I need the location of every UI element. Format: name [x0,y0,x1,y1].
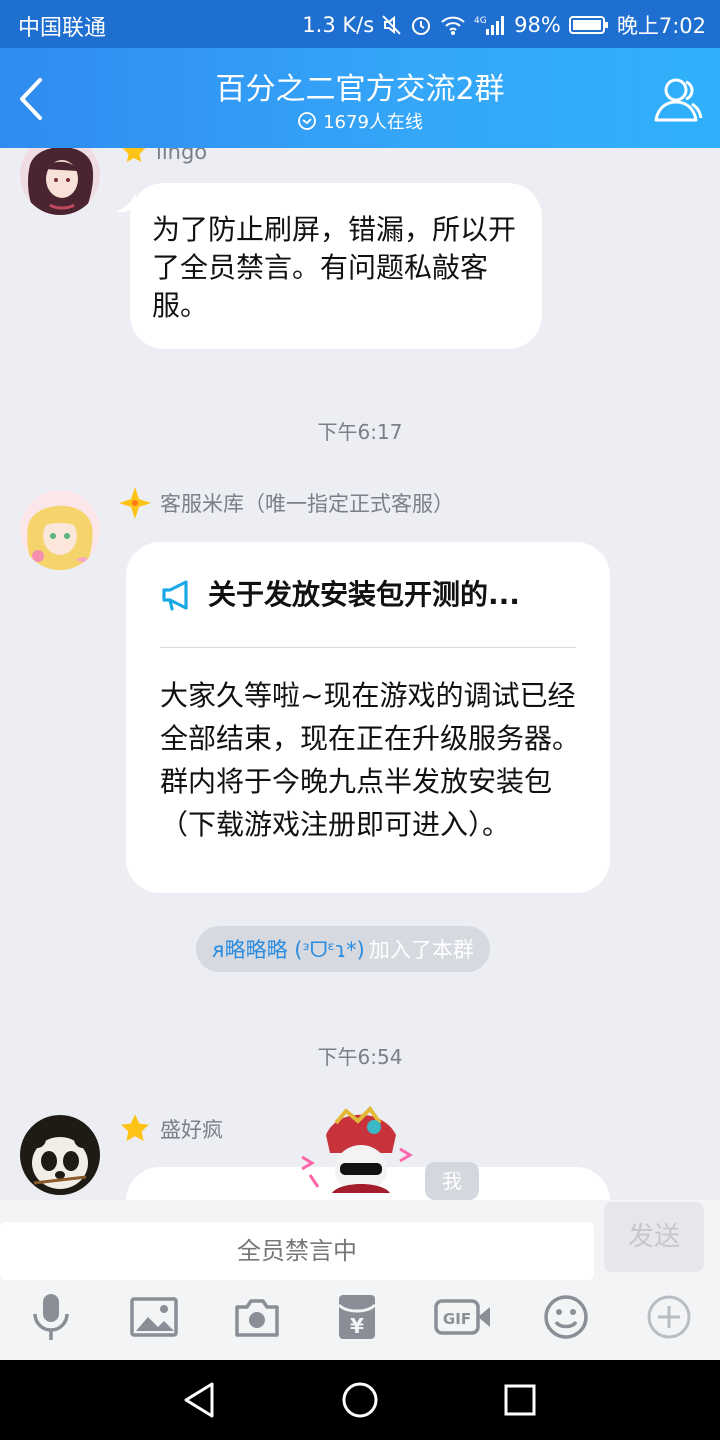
input-bar: 全员禁言中 发送 ¥ GIF [0,1200,720,1360]
announcement-title: 关于发放安装包开测的... [208,578,520,611]
announcement-card[interactable]: 关于发放安装包开测的... 大家久等啦~现在游戏的调试已经全部结束，现在正在升级… [126,542,610,893]
image-icon[interactable] [127,1290,181,1344]
avatar-kefu-miku[interactable] [20,490,100,570]
carrier-label: 中国联通 [18,16,107,41]
status-right: 1.3 K/s 4G 98% 晚上7:02 [302,10,706,40]
status-bar: 中国联通 1.3 K/s 4G 98% 晚上7:02 [0,0,720,48]
avatar-lingo[interactable] [20,148,100,215]
timestamp: 下午6:17 [317,420,403,444]
svg-text:4G: 4G [474,16,487,26]
message-text: 为了防止刷屏，错漏，所以开了全员禁言。有问题私敲客服。 [152,213,517,322]
star-icon [122,148,146,162]
megaphone-icon [162,580,188,611]
announcement-body: 大家久等啦~现在游戏的调试已经全部结束，现在正在升级服务器。群内将于今晚九点半发… [160,679,581,841]
system-nav-bar [0,1360,720,1440]
sender-name: 客服米库（唯一指定正式客服） [160,492,454,516]
nav-recents-icon[interactable] [500,1380,540,1420]
star-icon [121,1114,149,1142]
avatar-shenghaofeng[interactable] [20,1115,100,1195]
online-count: 1679人在线 [0,108,720,134]
battery-icon [568,13,609,37]
plus-icon[interactable] [642,1290,696,1344]
online-check-icon [298,112,316,130]
join-notice: ᴙ略略略 (ᵌᗜᵋɿ*) 加入了本群 [196,926,490,972]
clock: 晚上7:02 [616,14,706,38]
people-icon [654,78,703,122]
chat-header: 百分之二官方交流2群 1679人在线 [0,48,720,148]
network-speed: 1.3 K/s [302,13,375,37]
input-toolbar: ¥ GIF [0,1290,720,1352]
sender-name: lingo [156,148,208,164]
camera-icon[interactable] [230,1290,284,1344]
sender-line: 盛好疯 [118,1112,223,1146]
nav-home-icon[interactable] [340,1380,380,1420]
svg-text:¥: ¥ [350,1314,364,1338]
message-input[interactable]: 全员禁言中 [0,1222,594,1280]
svg-text:GIF: GIF [443,1310,471,1328]
divider [160,647,576,648]
announcement-header: 关于发放安装包开测的... [160,576,520,614]
group-title[interactable]: 百分之二官方交流2群 [0,64,720,108]
sender-line: lingo [120,148,207,166]
sender-line: 客服米库（唯一指定正式客服） [118,486,454,520]
red-packet-icon[interactable]: ¥ [330,1290,384,1344]
sender-name: 盛好疯 [160,1118,223,1142]
admin-badge-icon [119,487,151,519]
chat-area[interactable]: lingo 为了防止刷屏，错漏，所以开了全员禁言。有问题私敲客服。 下午6:17… [0,148,720,1200]
alarm-icon [410,13,432,37]
joined-member-name[interactable]: ᴙ略略略 (ᵌᗜᵋɿ*) [212,934,365,964]
battery-percent: 98% [514,13,561,37]
self-tag: 我 [425,1162,479,1200]
nav-back-icon[interactable] [180,1380,220,1420]
gif-icon[interactable]: GIF [434,1290,492,1344]
signal-icon: 4G [474,13,506,37]
mic-icon[interactable] [24,1290,78,1344]
timestamp: 下午6:54 [317,1045,403,1069]
group-members-button[interactable] [652,74,704,126]
send-button[interactable]: 发送 [604,1202,704,1272]
emoji-icon[interactable] [539,1290,593,1344]
mute-icon [382,13,402,37]
sticker-image[interactable] [296,1105,426,1200]
online-count-label: 1679人在线 [323,112,423,133]
message-bubble[interactable]: 为了防止刷屏，错漏，所以开了全员禁言。有问题私敲客服。 [130,183,542,349]
join-text: 加入了本群 [368,938,474,962]
wifi-icon [440,13,466,37]
